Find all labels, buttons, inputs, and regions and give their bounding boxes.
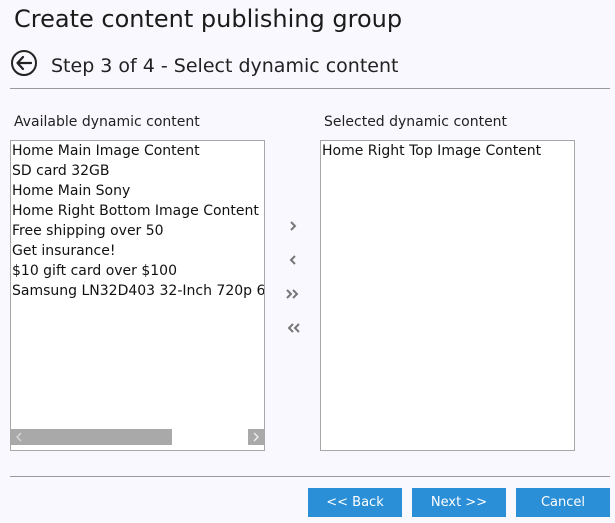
step-label: Step 3 of 4 - Select dynamic content bbox=[51, 55, 399, 77]
top-divider bbox=[10, 88, 610, 89]
bottom-divider bbox=[10, 476, 610, 477]
list-item[interactable]: $10 gift card over $100 bbox=[11, 261, 264, 281]
available-list[interactable]: Home Main Image Content SD card 32GB Hom… bbox=[10, 140, 265, 451]
chevron-left-icon bbox=[16, 432, 22, 442]
list-item[interactable]: Free shipping over 50 bbox=[11, 221, 264, 241]
chevron-left-icon bbox=[289, 255, 296, 265]
dialog-title: Create content publishing group bbox=[14, 5, 403, 33]
scroll-right-button[interactable] bbox=[248, 429, 264, 445]
list-item[interactable]: Home Right Top Image Content bbox=[321, 141, 574, 161]
list-item[interactable]: Home Main Image Content bbox=[11, 141, 264, 161]
add-all-button[interactable] bbox=[280, 283, 306, 305]
back-arrow-button[interactable] bbox=[11, 50, 37, 76]
selected-list[interactable]: Home Right Top Image Content bbox=[320, 140, 575, 451]
double-chevron-left-icon bbox=[287, 323, 300, 333]
remove-all-button[interactable] bbox=[280, 317, 306, 339]
back-button[interactable]: << Back bbox=[308, 488, 402, 517]
chevron-right-icon bbox=[253, 432, 259, 442]
list-item[interactable]: SD card 32GB bbox=[11, 161, 264, 181]
cancel-button[interactable]: Cancel bbox=[516, 488, 610, 517]
double-chevron-right-icon bbox=[286, 289, 299, 299]
scrollbar-thumb[interactable] bbox=[11, 429, 172, 445]
available-list-label: Available dynamic content bbox=[14, 114, 200, 130]
next-button[interactable]: Next >> bbox=[412, 488, 506, 517]
list-item[interactable]: Home Right Bottom Image Content bbox=[11, 201, 264, 221]
scroll-left-button[interactable] bbox=[11, 429, 27, 445]
add-selected-button[interactable] bbox=[280, 215, 306, 237]
arrow-left-icon bbox=[16, 56, 32, 70]
chevron-right-icon bbox=[290, 221, 297, 231]
list-item[interactable]: Get insurance! bbox=[11, 241, 264, 261]
list-item[interactable]: Home Main Sony bbox=[11, 181, 264, 201]
remove-selected-button[interactable] bbox=[280, 249, 306, 271]
horizontal-scrollbar[interactable] bbox=[11, 429, 264, 445]
selected-list-label: Selected dynamic content bbox=[324, 114, 508, 130]
list-item[interactable]: Samsung LN32D403 32-Inch 720p 60Hz bbox=[11, 281, 264, 301]
